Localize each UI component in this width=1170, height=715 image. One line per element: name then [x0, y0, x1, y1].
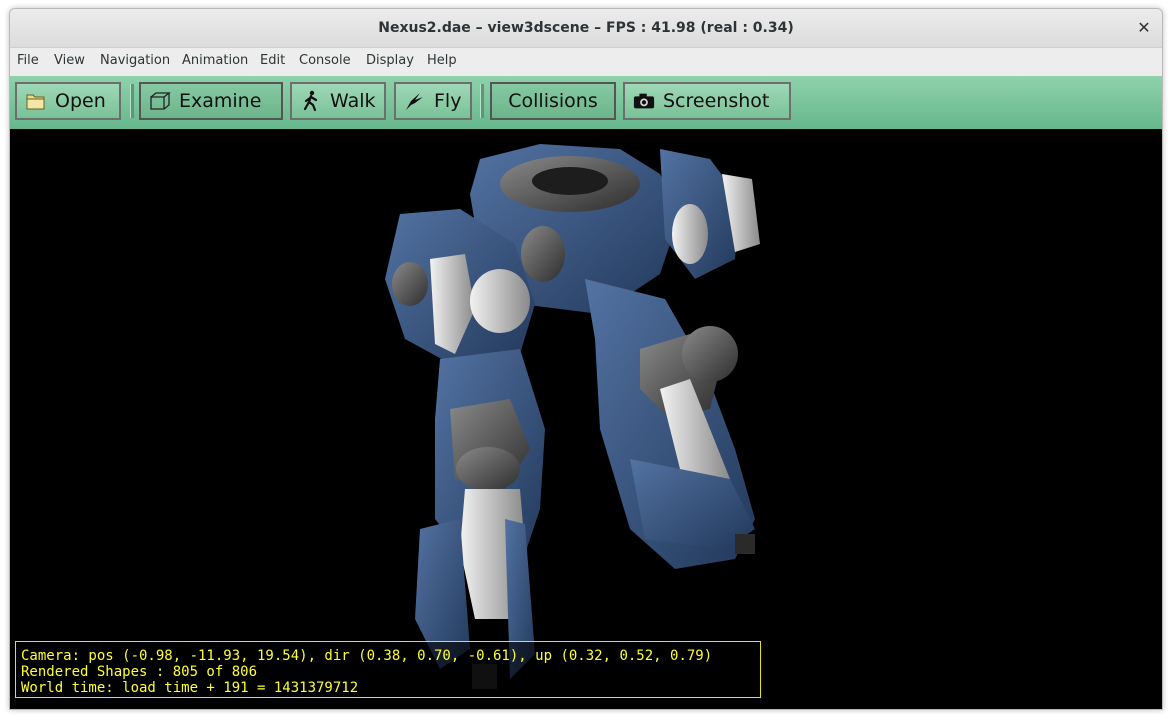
camera-icon — [633, 90, 655, 112]
bird-icon — [404, 90, 426, 112]
menu-display[interactable]: Display — [366, 53, 414, 68]
menu-help[interactable]: Help — [427, 53, 457, 68]
cube-icon — [149, 90, 171, 112]
walk-button[interactable]: Walk — [290, 82, 386, 120]
rendered-shapes-status: Rendered Shapes : 805 of 806 — [21, 664, 258, 680]
menu-animation[interactable]: Animation — [182, 53, 248, 68]
walk-label: Walk — [330, 90, 376, 112]
camera-status: Camera: pos (-0.98, -11.93, 19.54), dir … — [21, 648, 713, 664]
menu-file[interactable]: File — [17, 53, 39, 68]
collisions-label: Collisions — [508, 90, 598, 112]
toolbar-separator — [480, 84, 484, 118]
open-label: Open — [55, 90, 106, 112]
open-button[interactable]: Open — [15, 82, 121, 120]
menu-console[interactable]: Console — [299, 53, 351, 68]
app-window: Nexus2.dae – view3dscene – FPS : 41.98 (… — [9, 8, 1163, 710]
examine-label: Examine — [179, 90, 262, 112]
menu-navigation[interactable]: Navigation — [100, 53, 170, 68]
close-button[interactable]: ✕ — [1132, 17, 1156, 39]
menu-view[interactable]: View — [54, 53, 85, 68]
folder-icon — [25, 90, 47, 112]
toolbar-separator — [130, 84, 134, 118]
screenshot-button[interactable]: Screenshot — [623, 82, 791, 120]
status-overlay: Camera: pos (-0.98, -11.93, 19.54), dir … — [15, 641, 761, 698]
window-title: Nexus2.dae – view3dscene – FPS : 41.98 (… — [378, 20, 794, 36]
collisions-button[interactable]: Collisions — [490, 82, 616, 120]
robot-model — [385, 144, 760, 689]
menu-edit[interactable]: Edit — [260, 53, 285, 68]
walker-icon — [300, 90, 322, 112]
toolbar: Open Examine Walk Fly Collisions Screens… — [10, 76, 1162, 130]
fly-label: Fly — [434, 90, 462, 112]
screenshot-label: Screenshot — [663, 90, 770, 112]
fly-button[interactable]: Fly — [394, 82, 472, 120]
title-bar[interactable]: Nexus2.dae – view3dscene – FPS : 41.98 (… — [10, 9, 1162, 48]
3d-viewport[interactable]: Camera: pos (-0.98, -11.93, 19.54), dir … — [10, 129, 1162, 709]
examine-button[interactable]: Examine — [139, 82, 283, 120]
world-time-status: World time: load time + 191 = 1431379712 — [21, 680, 359, 696]
menu-bar: File View Navigation Animation Edit Cons… — [10, 48, 1162, 75]
